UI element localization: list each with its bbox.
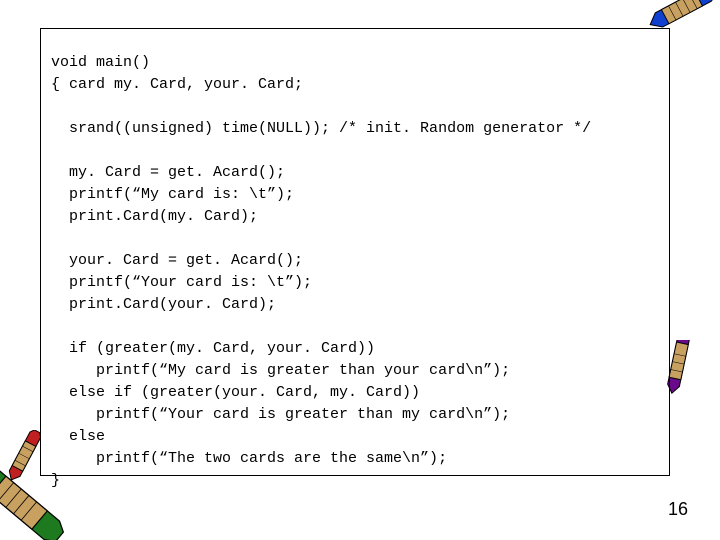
code-text: void main() { card my. Card, your. Card;… [51, 52, 659, 492]
page-number: 16 [668, 499, 688, 520]
code-box: void main() { card my. Card, your. Card;… [40, 28, 670, 476]
slide: void main() { card my. Card, your. Card;… [0, 0, 720, 540]
